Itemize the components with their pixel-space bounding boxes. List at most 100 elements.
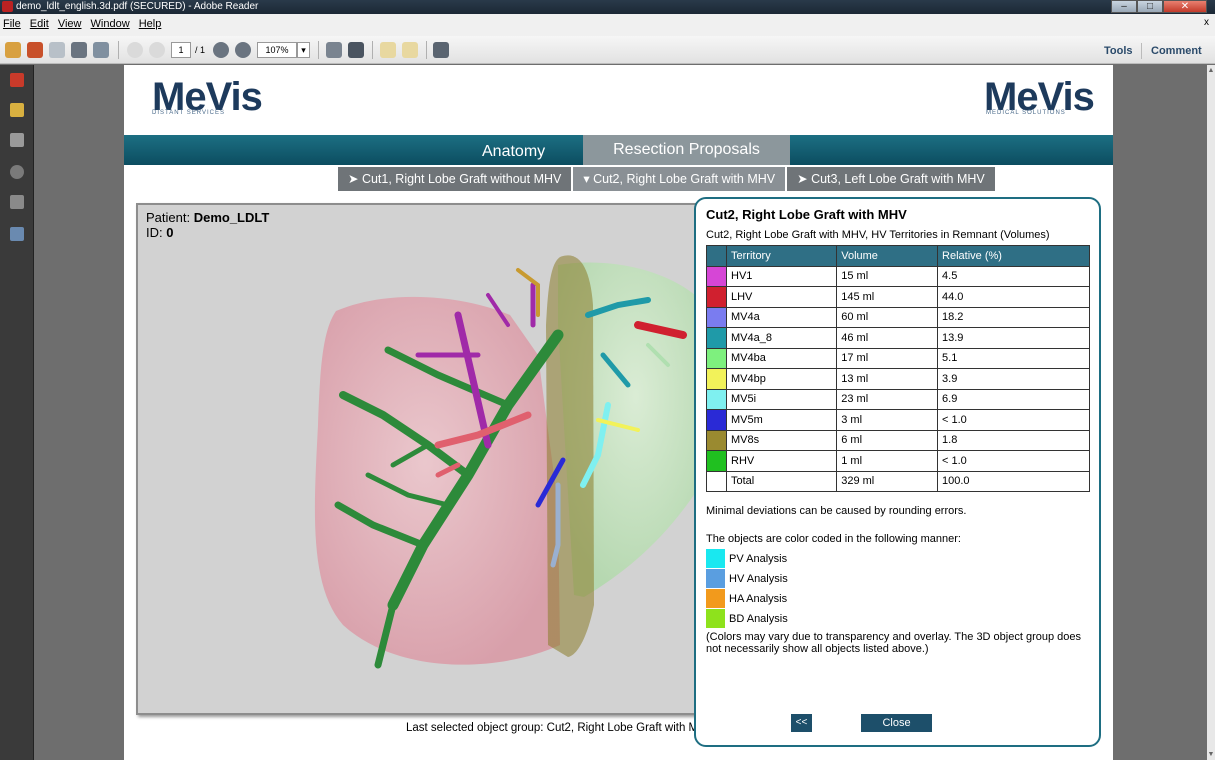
scroll-down-icon[interactable]: ▼ bbox=[1207, 751, 1215, 758]
model-tree-icon[interactable] bbox=[10, 227, 24, 241]
territory-color-swatch bbox=[706, 409, 727, 431]
previous-page-icon[interactable] bbox=[127, 42, 143, 58]
rounding-note: Minimal deviations can be caused by roun… bbox=[706, 505, 967, 517]
toolbar: 1 / 1 107% ▾ Tools Comment bbox=[0, 36, 1215, 64]
menu-view[interactable]: View bbox=[55, 14, 85, 30]
open-icon[interactable] bbox=[27, 42, 43, 58]
fit-page-icon[interactable] bbox=[348, 42, 364, 58]
patient-name: Demo_LDLT bbox=[193, 210, 270, 225]
logo-left-subtitle: DISTANT SERVICES bbox=[152, 110, 226, 116]
logo-right-subtitle: MEDICAL SOLUTIONS bbox=[986, 110, 1066, 116]
back-button[interactable]: << bbox=[791, 714, 812, 732]
table-row: Total 329 ml 100.0 bbox=[706, 470, 1090, 492]
cell-relative: 13.9 bbox=[937, 327, 1090, 349]
page-number-input[interactable]: 1 bbox=[171, 42, 191, 58]
subtab-cut1[interactable]: ➤ Cut1, Right Lobe Graft without MHV bbox=[338, 167, 572, 191]
cell-volume: 145 ml bbox=[836, 286, 939, 308]
cell-volume: 3 ml bbox=[836, 409, 939, 431]
window-title: demo_ldlt_english.3d.pdf (SECURED) - Ado… bbox=[16, 1, 259, 12]
3d-viewer[interactable]: Patient: Demo_LDLT ID: 0 bbox=[136, 203, 711, 715]
patient-id: ID: 0 bbox=[146, 225, 174, 240]
last-selected-group: Last selected object group: Cut2, Right … bbox=[406, 722, 699, 734]
email-icon[interactable] bbox=[93, 42, 109, 58]
menu-window[interactable]: Window bbox=[88, 14, 133, 30]
next-page-icon[interactable] bbox=[149, 42, 165, 58]
window-controls: – □ ✕ bbox=[1111, 0, 1207, 14]
legend-item: HA Analysis bbox=[706, 589, 787, 609]
subtab-cut2[interactable]: ▾ Cut2, Right Lobe Graft with MHV bbox=[573, 167, 786, 191]
fit-width-icon[interactable] bbox=[326, 42, 342, 58]
liver-3d-model[interactable] bbox=[138, 205, 711, 715]
table-row: MV4a 60 ml 18.2 bbox=[706, 306, 1090, 328]
cell-volume: 46 ml bbox=[836, 327, 939, 349]
cell-relative: 4.5 bbox=[937, 265, 1090, 287]
minimize-button[interactable]: – bbox=[1111, 0, 1137, 13]
table-row: MV8s 6 ml 1.8 bbox=[706, 429, 1090, 451]
close-document-icon[interactable]: x bbox=[1204, 17, 1209, 29]
cell-relative: 100.0 bbox=[937, 470, 1090, 492]
sub-nav: ➤ Cut1, Right Lobe Graft without MHV ▾ C… bbox=[338, 167, 997, 191]
scroll-up-icon[interactable]: ▲ bbox=[1207, 67, 1215, 74]
full-screen-icon[interactable] bbox=[433, 42, 449, 58]
cell-territory: MV8s bbox=[725, 429, 838, 451]
menu-file[interactable]: File bbox=[0, 14, 24, 30]
create-pdf-icon[interactable] bbox=[5, 42, 21, 58]
cell-volume: 17 ml bbox=[836, 347, 939, 369]
pages-icon[interactable] bbox=[10, 73, 24, 87]
maximize-button[interactable]: □ bbox=[1137, 0, 1163, 13]
menu-edit[interactable]: Edit bbox=[27, 14, 52, 30]
zoom-in-icon[interactable] bbox=[235, 42, 251, 58]
cell-volume: 13 ml bbox=[836, 368, 939, 390]
paperclip-icon[interactable] bbox=[10, 165, 24, 179]
print-icon[interactable] bbox=[71, 42, 87, 58]
territory-color-swatch bbox=[706, 265, 727, 287]
close-window-button[interactable]: ✕ bbox=[1163, 0, 1207, 13]
comment-link[interactable]: Comment bbox=[1151, 45, 1202, 57]
cell-territory: Total bbox=[725, 470, 838, 492]
volumes-panel: Cut2, Right Lobe Graft with MHV Cut2, Ri… bbox=[694, 197, 1101, 747]
cell-territory: MV4bp bbox=[725, 368, 838, 390]
column-header: Territory bbox=[725, 245, 838, 267]
cell-relative: < 1.0 bbox=[937, 450, 1090, 472]
table-row: MV4a_8 46 ml 13.9 bbox=[706, 327, 1090, 349]
save-icon[interactable] bbox=[49, 42, 65, 58]
territory-color-swatch bbox=[706, 470, 727, 492]
patient-label: Patient: Demo_LDLT bbox=[146, 210, 270, 225]
cell-volume: 23 ml bbox=[836, 388, 939, 410]
vertical-scrollbar[interactable]: ▲ ▼ bbox=[1207, 65, 1215, 760]
legend-intro: The objects are color coded in the follo… bbox=[706, 533, 961, 545]
legend-swatch bbox=[706, 609, 725, 628]
highlight-icon[interactable] bbox=[402, 42, 418, 58]
chevron-down-icon[interactable]: ▾ bbox=[297, 42, 310, 58]
cell-territory: MV4ba bbox=[725, 347, 838, 369]
sticky-note-icon[interactable] bbox=[380, 42, 396, 58]
table-row: HV1 15 ml 4.5 bbox=[706, 265, 1090, 287]
subtab-cut3[interactable]: ➤ Cut3, Left Lobe Graft with MHV bbox=[787, 167, 995, 191]
colors-note: (Colors may vary due to transparency and… bbox=[706, 631, 1082, 655]
table-header-row: Territory Volume Relative (%) bbox=[706, 245, 1090, 267]
cell-territory: MV4a_8 bbox=[725, 327, 838, 349]
legend-swatch bbox=[706, 589, 725, 608]
territory-color-swatch bbox=[706, 286, 727, 308]
tools-link[interactable]: Tools bbox=[1104, 45, 1133, 57]
cell-volume: 6 ml bbox=[836, 429, 939, 451]
territory-color-swatch bbox=[706, 306, 727, 328]
lock-icon[interactable] bbox=[10, 103, 24, 117]
tab-anatomy[interactable]: Anatomy bbox=[482, 143, 545, 161]
title-bar: demo_ldlt_english.3d.pdf (SECURED) - Ado… bbox=[0, 0, 1215, 14]
table-row: MV4ba 17 ml 5.1 bbox=[706, 347, 1090, 369]
cell-relative: < 1.0 bbox=[937, 409, 1090, 431]
signature-icon[interactable] bbox=[10, 195, 24, 209]
menu-help[interactable]: Help bbox=[136, 14, 165, 30]
cell-relative: 18.2 bbox=[937, 306, 1090, 328]
cell-volume: 15 ml bbox=[836, 265, 939, 287]
legend-swatch bbox=[706, 569, 725, 588]
territory-color-swatch bbox=[706, 368, 727, 390]
territory-color-swatch bbox=[706, 429, 727, 451]
tab-resection-proposals[interactable]: Resection Proposals bbox=[583, 135, 790, 165]
zoom-select[interactable]: 107% bbox=[257, 42, 297, 58]
zoom-out-icon[interactable] bbox=[213, 42, 229, 58]
close-button[interactable]: Close bbox=[861, 714, 932, 732]
attachments-icon[interactable] bbox=[10, 133, 24, 147]
cell-territory: LHV bbox=[725, 286, 838, 308]
